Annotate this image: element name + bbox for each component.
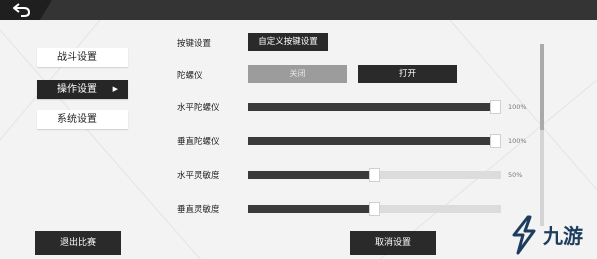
vertical-gyro-slider[interactable] <box>248 134 501 148</box>
custom-keybind-button[interactable]: 自定义按键设置 <box>248 33 328 51</box>
menu-item-label: 操作设置 <box>57 84 97 95</box>
slider-label: 垂直灵敏度 <box>177 205 220 215</box>
slider-value: 50% <box>508 171 523 179</box>
back-arrow-icon <box>13 3 31 17</box>
scrollbar[interactable] <box>540 44 544 226</box>
watermark-text: 九游 <box>543 224 583 248</box>
slider-fill <box>248 171 375 179</box>
slider-thumb[interactable] <box>369 202 380 216</box>
menu-item-label: 战斗设置 <box>57 52 97 63</box>
slider-label: 水平灵敏度 <box>177 171 220 181</box>
scrollbar-thumb[interactable] <box>540 44 544 130</box>
menu-item-system[interactable]: 系统设置 <box>37 110 128 129</box>
slider-value: 100% <box>508 137 527 145</box>
slider-label: 垂直陀螺仪 <box>177 137 220 147</box>
slider-value: 100% <box>508 103 527 111</box>
top-bar <box>0 0 597 20</box>
triangle-right-icon: ▶ <box>112 85 118 93</box>
cancel-settings-button[interactable]: 取消设置 <box>350 231 436 255</box>
slider-label: 水平陀螺仪 <box>177 103 220 113</box>
horizontal-sensitivity-slider[interactable] <box>248 168 501 182</box>
watermark-logo-icon <box>512 215 536 255</box>
slider-fill <box>248 205 375 213</box>
menu-item-controls[interactable]: 操作设置 ▶ <box>37 80 128 99</box>
gyro-off-button[interactable]: 关闭 <box>248 65 347 83</box>
menu-item-combat[interactable]: 战斗设置 <box>37 48 128 67</box>
slider-thumb[interactable] <box>490 134 501 148</box>
horizontal-gyro-slider[interactable] <box>248 100 501 114</box>
keybind-label: 按键设置 <box>177 39 212 49</box>
slider-thumb[interactable] <box>490 100 501 114</box>
gyro-label: 陀螺仪 <box>177 71 203 81</box>
exit-match-button[interactable]: 退出比赛 <box>35 231 121 255</box>
vertical-sensitivity-slider[interactable] <box>248 202 501 216</box>
slider-fill <box>248 103 496 111</box>
slider-thumb[interactable] <box>369 168 380 182</box>
menu-item-label: 系统设置 <box>57 114 97 125</box>
gyro-on-button[interactable]: 打开 <box>358 65 457 83</box>
slider-fill <box>248 137 496 145</box>
